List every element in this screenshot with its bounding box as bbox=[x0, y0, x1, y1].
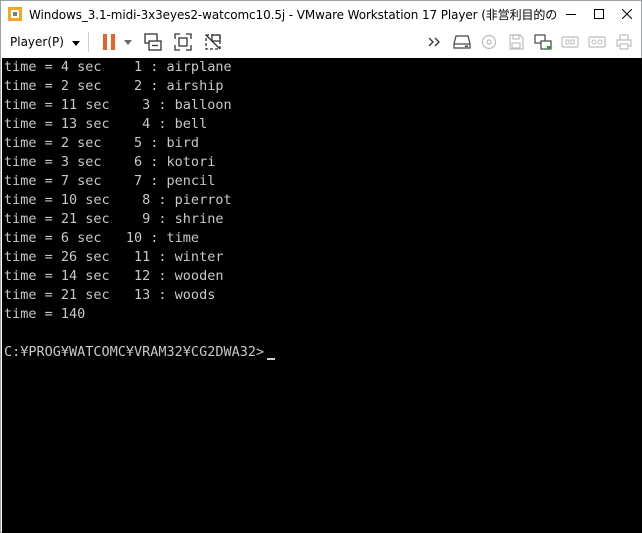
console-line: time = 26 sec 11 : winter bbox=[4, 249, 224, 265]
cd-dvd-icon[interactable] bbox=[475, 30, 502, 54]
sound-card-icon[interactable] bbox=[583, 30, 610, 54]
console-line: time = 2 sec 2 : airship bbox=[4, 78, 224, 94]
floppy-icon[interactable] bbox=[502, 30, 529, 54]
console-line: time = 7 sec 7 : pencil bbox=[4, 173, 216, 189]
usb-device-icon[interactable] bbox=[556, 30, 583, 54]
network-adapter-icon[interactable] bbox=[529, 30, 556, 54]
console-line: time = 2 sec 5 : bird bbox=[4, 135, 200, 151]
device-icons bbox=[421, 30, 637, 54]
minimize-button[interactable] bbox=[557, 1, 585, 27]
console-line: time = 21 sec 9 : shrine bbox=[4, 211, 224, 227]
printer-icon[interactable] bbox=[610, 30, 637, 54]
window-title: Windows_3.1-midi-3x3eyes2-watcomc10.5j -… bbox=[29, 7, 557, 22]
command-prompt: C:¥PROG¥WATCOMC¥VRAM32¥CG2DWA32> bbox=[4, 344, 273, 360]
maximize-button[interactable] bbox=[585, 1, 613, 27]
console-line: time = 140 bbox=[4, 306, 86, 322]
pause-icon[interactable] bbox=[97, 30, 121, 54]
vmware-app-icon bbox=[7, 6, 23, 22]
console-line: time = 10 sec 8 : pierrot bbox=[4, 192, 232, 208]
toolbar: Player(P) bbox=[1, 27, 641, 57]
player-menu-label: Player(P) bbox=[10, 35, 64, 49]
player-menu-button[interactable]: Player(P) bbox=[10, 31, 80, 53]
fullscreen-icon[interactable] bbox=[171, 30, 195, 54]
unity-mode-icon[interactable] bbox=[201, 30, 225, 54]
hard-disk-icon[interactable] bbox=[448, 30, 475, 54]
chevron-down-icon[interactable] bbox=[121, 30, 135, 54]
chevron-down-icon bbox=[71, 35, 80, 49]
toolbar-divider bbox=[87, 32, 89, 52]
close-button[interactable] bbox=[613, 1, 641, 27]
console-line: time = 11 sec 3 : balloon bbox=[4, 97, 232, 113]
console-line: time = 4 sec 1 : airplane bbox=[4, 59, 232, 75]
console-line: time = 14 sec 12 : wooden bbox=[4, 268, 224, 284]
title-bar[interactable]: Windows_3.1-midi-3x3eyes2-watcomc10.5j -… bbox=[1, 1, 641, 27]
console-line: time = 13 sec 4 : bell bbox=[4, 116, 208, 132]
guest-console-screen[interactable]: time = 4 sec 1 : airplane time = 2 sec 2… bbox=[2, 58, 642, 533]
console-line: time = 3 sec 6 : kotori bbox=[4, 154, 216, 170]
more-devices-icon[interactable] bbox=[421, 30, 448, 54]
console-line: time = 6 sec 10 : time bbox=[4, 230, 200, 246]
send-ctrl-alt-del-icon[interactable] bbox=[141, 30, 165, 54]
vmware-player-window: Windows_3.1-midi-3x3eyes2-watcomc10.5j -… bbox=[0, 0, 642, 533]
console-line: time = 21 sec 13 : woods bbox=[4, 287, 216, 303]
text-cursor bbox=[267, 358, 275, 360]
